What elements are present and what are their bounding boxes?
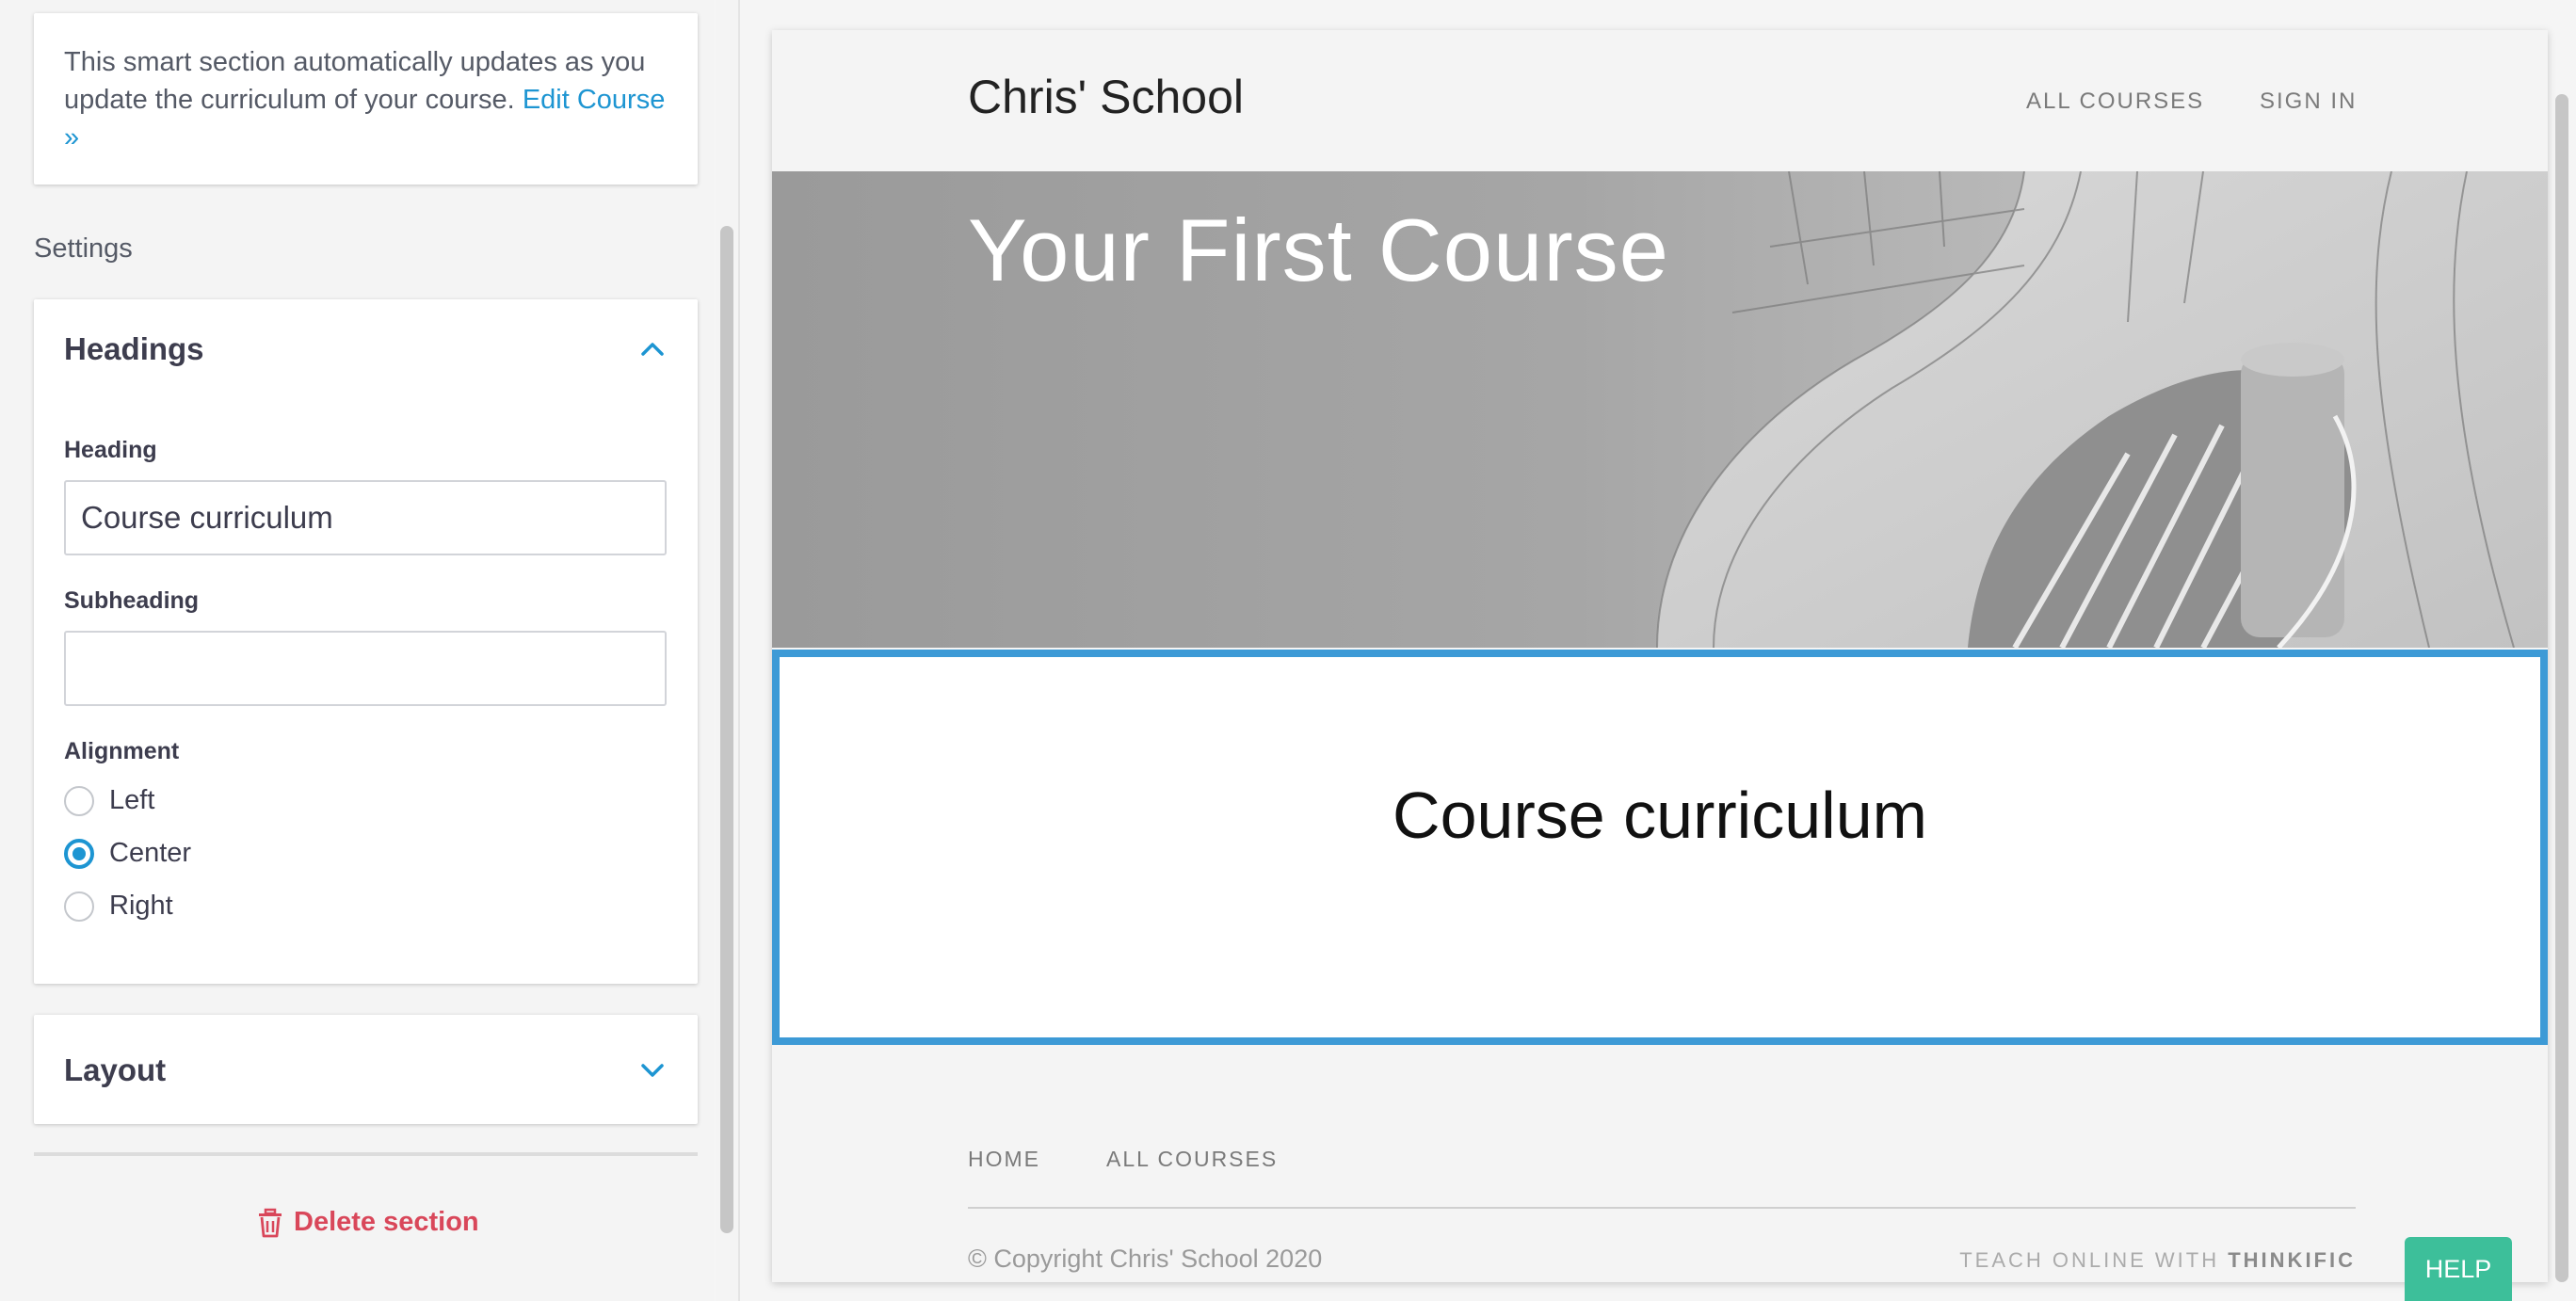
alignment-option-label: Left bbox=[109, 785, 155, 815]
smart-section-info-card: This smart section automatically updates… bbox=[34, 13, 698, 185]
layout-panel[interactable]: Layout bbox=[34, 1015, 698, 1124]
radio-button[interactable] bbox=[64, 891, 94, 922]
section-settings-sidebar: This smart section automatically updates… bbox=[0, 0, 714, 1301]
alignment-option-label: Right bbox=[109, 891, 173, 921]
layout-panel-title: Layout bbox=[64, 1052, 167, 1087]
footer-divider bbox=[968, 1207, 2356, 1209]
sidebar-divider bbox=[34, 1152, 698, 1156]
teach-online-link[interactable]: TEACH ONLINE WITH THINKIFIC bbox=[1959, 1248, 2356, 1273]
site-preview-frame: Chris' School ALL COURSES SIGN IN Your F… bbox=[772, 30, 2548, 1282]
heading-field-label: Heading bbox=[64, 437, 157, 463]
thinkific-brand: THINKIFIC bbox=[2228, 1248, 2356, 1272]
sidebar-scrollbar-thumb[interactable] bbox=[720, 226, 733, 1233]
help-button[interactable]: HELP bbox=[2405, 1237, 2512, 1301]
preview-scrollbar-thumb[interactable] bbox=[2555, 94, 2568, 1282]
footer-link-all-courses[interactable]: ALL COURSES bbox=[1106, 1147, 1278, 1172]
settings-label: Settings bbox=[34, 233, 133, 264]
trash-icon bbox=[259, 1208, 282, 1237]
alignment-option-right[interactable]: Right bbox=[64, 891, 173, 922]
heading-input[interactable] bbox=[64, 480, 667, 555]
radio-button-selected[interactable] bbox=[64, 838, 94, 869]
site-footer: HOME ALL COURSES © Copyright Chris' Scho… bbox=[772, 1045, 2548, 1282]
subheading-field-label: Subheading bbox=[64, 587, 200, 614]
subheading-input[interactable] bbox=[64, 631, 667, 706]
headings-panel-title: Headings bbox=[64, 331, 204, 366]
course-curriculum-section-selected[interactable]: Course curriculum bbox=[772, 650, 2548, 1045]
chevron-up-icon[interactable] bbox=[637, 334, 668, 364]
teach-online-prefix: TEACH ONLINE WITH bbox=[1959, 1248, 2220, 1272]
school-name-logo[interactable]: Chris' School bbox=[968, 70, 1244, 124]
smart-section-info: This smart section automatically updates… bbox=[64, 43, 668, 156]
alignment-option-left[interactable]: Left bbox=[64, 785, 154, 816]
nav-sign-in[interactable]: SIGN IN bbox=[2260, 88, 2357, 115]
nav-all-courses[interactable]: ALL COURSES bbox=[2026, 88, 2204, 115]
chevron-down-icon[interactable] bbox=[637, 1055, 668, 1085]
headings-panel: Headings Heading Subheading Alignment Le… bbox=[34, 299, 698, 984]
alignment-label: Alignment bbox=[64, 738, 180, 764]
curriculum-heading: Course curriculum bbox=[1393, 779, 1927, 852]
delete-section-label: Delete section bbox=[294, 1207, 479, 1237]
footer-link-home[interactable]: HOME bbox=[968, 1147, 1040, 1172]
layout-panel-header[interactable]: Layout bbox=[64, 1052, 668, 1088]
copyright-text: © Copyright Chris' School 2020 bbox=[968, 1245, 1323, 1273]
alignment-option-center[interactable]: Center bbox=[64, 838, 191, 869]
delete-section-button[interactable]: Delete section bbox=[256, 1207, 479, 1238]
site-header: Chris' School ALL COURSES SIGN IN bbox=[772, 30, 2548, 171]
headings-panel-header[interactable]: Headings bbox=[64, 331, 668, 367]
course-banner: Your First Course bbox=[772, 171, 2548, 648]
radio-button[interactable] bbox=[64, 785, 94, 816]
alignment-option-label: Center bbox=[109, 838, 192, 868]
course-title: Your First Course bbox=[968, 201, 1669, 299]
